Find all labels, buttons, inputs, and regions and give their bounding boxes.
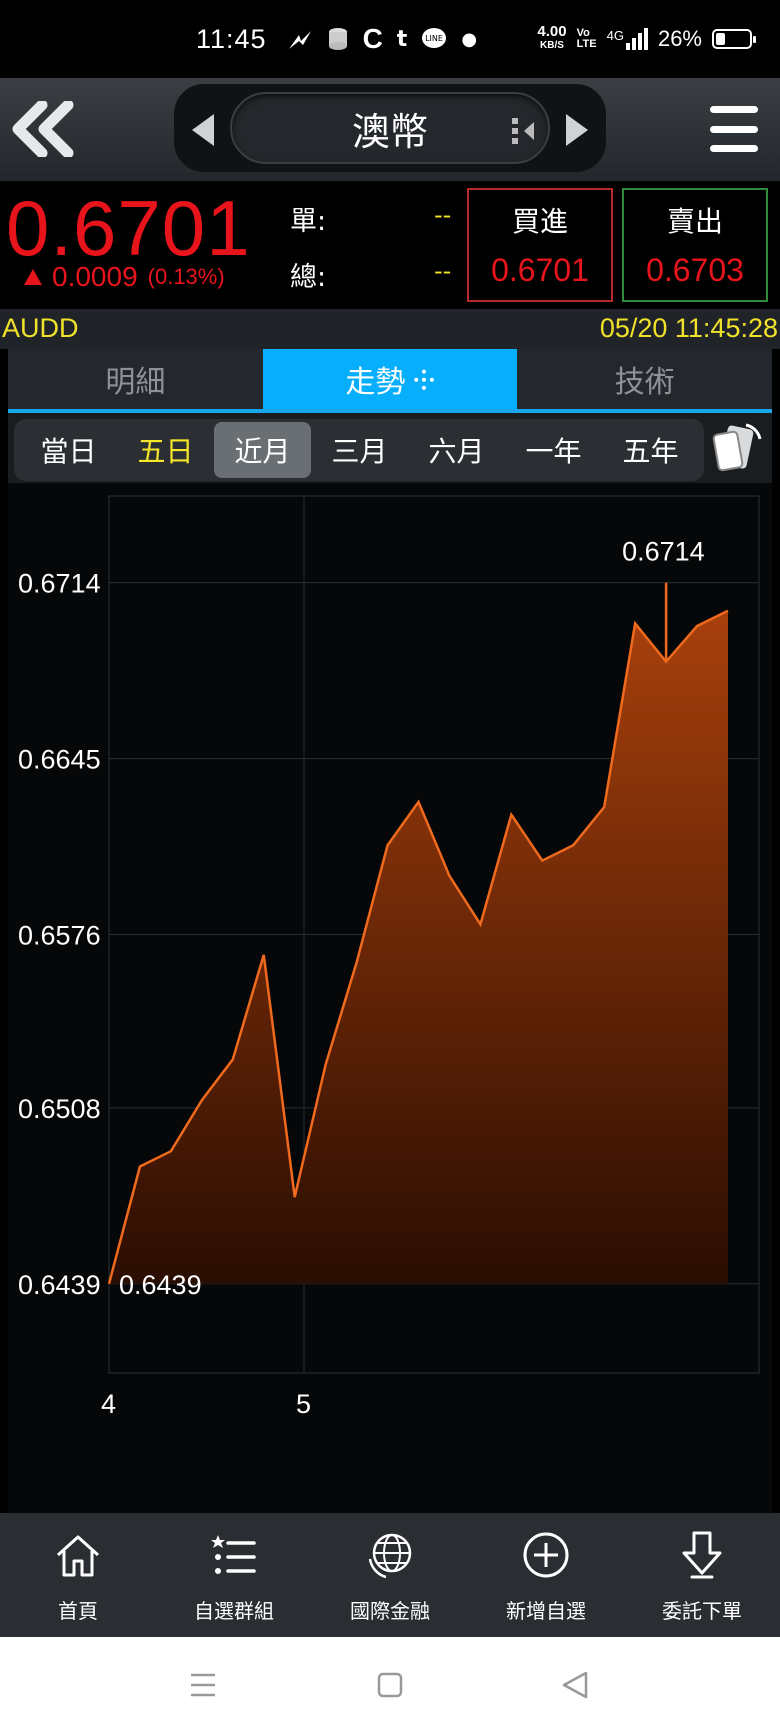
home-icon: [56, 1535, 100, 1577]
dot-icon: ●: [461, 28, 478, 50]
period-1d[interactable]: 當日: [20, 422, 117, 478]
globe-icon: [368, 1533, 412, 1579]
period-bar: 當日 五日 近月 三月 六月 一年 五年: [8, 413, 772, 483]
nav-add-watchlist[interactable]: 新增自選: [468, 1513, 624, 1637]
database-icon: [328, 28, 347, 50]
single-volume-value: --: [434, 201, 452, 229]
nav-international-finance[interactable]: 國際金融: [312, 1513, 468, 1637]
svg-text:LINE: LINE: [425, 34, 443, 43]
prev-instrument-button[interactable]: [192, 114, 214, 146]
instrument-title[interactable]: 澳幣: [230, 92, 550, 164]
recent-apps-icon[interactable]: [183, 1665, 223, 1705]
y-tick-label: 0.6508: [18, 1094, 101, 1124]
nav-place-order[interactable]: 委託下單: [624, 1513, 780, 1637]
bird-icon: [288, 31, 311, 49]
buy-price: 0.6701: [491, 252, 589, 288]
y-tick-label: 0.6714: [18, 569, 101, 599]
view-tabs: 明細 走勢 ⸭ 技術: [8, 349, 772, 413]
period-5d[interactable]: 五日: [117, 422, 214, 478]
total-volume-label: 總:: [290, 262, 327, 293]
period-1m[interactable]: 近月: [214, 422, 311, 478]
x-tick-label: 4: [101, 1389, 116, 1419]
tab-trend[interactable]: 走勢 ⸭: [262, 349, 518, 409]
trend-chart-svg: 0.6714 0.6645 0.6576 0.6508 0.6439 4 5 0.6714 0.…: [18, 495, 760, 1419]
plus-circle-icon: [523, 1532, 569, 1578]
max-value-label: 0.6714: [622, 537, 705, 567]
tab-details[interactable]: 明細: [8, 349, 263, 409]
period-selector: 當日 五日 近月 三月 六月 一年 五年: [14, 419, 704, 481]
period-1y[interactable]: 一年: [505, 422, 602, 478]
tab-technical[interactable]: 技術: [517, 349, 772, 409]
list-star-icon: [211, 1535, 256, 1574]
total-volume-value: --: [434, 257, 452, 285]
line-app-icon: LINE: [422, 28, 447, 48]
sell-label: 賣出: [666, 205, 723, 238]
quote-panel: 0.6701 0.0009 (0.13%) 單: -- 總: -- 買進 0.6…: [0, 181, 780, 309]
instrument-selector: 澳幣: [174, 84, 606, 172]
download-arrow-icon: [682, 1531, 722, 1579]
y-tick-label: 0.6439: [18, 1270, 101, 1300]
period-3m[interactable]: 三月: [311, 422, 408, 478]
status-time: 11:45: [196, 23, 267, 54]
quote-datetime: 05/20 11:45:28: [599, 313, 778, 343]
next-instrument-button[interactable]: [566, 114, 588, 146]
volte-icon: Vo LTE: [576, 27, 597, 50]
trend-chart: 0.6714 0.6645 0.6576 0.6508 0.6439 4 5 0.6714 0.…: [8, 483, 772, 1513]
x-tick-label: 5: [296, 1389, 311, 1419]
buy-box[interactable]: 買進 0.6701: [467, 188, 613, 302]
back-triangle-icon[interactable]: [556, 1665, 596, 1705]
system-navigation: [0, 1637, 780, 1733]
change-value: 0.0009: [52, 261, 138, 292]
battery-percent: 26%: [657, 26, 702, 51]
nav-watchlist-groups[interactable]: 自選群組: [156, 1513, 312, 1637]
drag-handle-icon: [512, 118, 534, 144]
nav-home[interactable]: 首頁: [0, 1513, 156, 1637]
sell-price: 0.6703: [646, 252, 744, 288]
instrument-name: 澳幣: [351, 109, 428, 154]
bottom-navigation: 首頁 自選群組 國際金融 新增自選 委託下單: [0, 1513, 780, 1637]
status-notification-icons: C t LINE ●: [287, 23, 477, 55]
single-volume-label: 單:: [290, 206, 327, 237]
back-button[interactable]: [8, 98, 80, 160]
symbol-code: AUDD: [2, 313, 79, 343]
signal-icon: 4G: [607, 28, 648, 50]
change-percent: (0.13%): [147, 264, 225, 289]
sell-box[interactable]: 賣出 0.6703: [622, 188, 768, 302]
network-speed: 4.00 KB/S: [537, 23, 567, 51]
symbol-row: AUDD 05/20 11:45:28: [0, 309, 780, 349]
y-tick-label: 0.6645: [18, 745, 101, 775]
double-chevron-left-icon: [12, 101, 74, 157]
min-value-label: 0.6439: [119, 1270, 202, 1300]
hamburger-menu-icon[interactable]: [710, 106, 758, 152]
up-triangle-icon: [24, 269, 42, 285]
rotate-screen-icon[interactable]: [710, 421, 764, 475]
period-6m[interactable]: 六月: [408, 422, 505, 478]
y-tick-label: 0.6576: [18, 921, 101, 951]
t-app-icon: t: [396, 26, 408, 52]
buy-label: 買進: [511, 205, 568, 238]
home-square-icon[interactable]: [370, 1665, 410, 1705]
battery-icon: [712, 29, 756, 49]
status-right: 4.00 KB/S Vo LTE 4G 26%: [537, 0, 756, 78]
app-header: 澳幣: [0, 78, 780, 181]
collapse-icon: ⸭: [413, 366, 435, 396]
price-change: 0.0009 (0.13%): [24, 261, 225, 293]
c-app-icon: C: [362, 23, 383, 54]
status-bar: 11:45 C t LINE ● 4.00 KB/S Vo LTE 4G 26%: [0, 0, 780, 78]
period-5y[interactable]: 五年: [602, 422, 699, 478]
